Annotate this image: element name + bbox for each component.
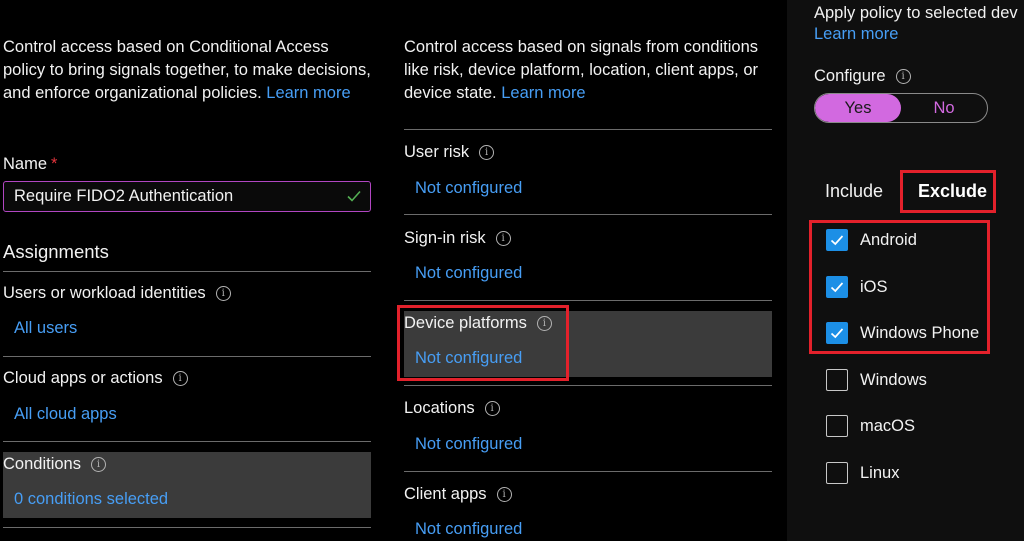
- platform-label: iOS: [860, 277, 888, 296]
- locations-label: Locations i: [404, 399, 500, 418]
- client-apps-value-link[interactable]: Not configured: [415, 520, 522, 539]
- platform-option[interactable]: Android: [826, 229, 917, 251]
- platforms-learn-more-link[interactable]: Learn more: [814, 23, 898, 46]
- checkbox-check-icon: [830, 235, 844, 246]
- locations-value-link[interactable]: Not configured: [415, 435, 522, 454]
- platform-checkbox[interactable]: [826, 229, 848, 251]
- info-icon[interactable]: i: [536, 316, 552, 331]
- divider: [404, 471, 772, 472]
- divider: [404, 129, 772, 130]
- configure-label: Configure i: [814, 67, 911, 86]
- policy-learn-more-link[interactable]: Learn more: [266, 84, 350, 102]
- users-label-text: Users or workload identities: [3, 284, 206, 302]
- platform-option[interactable]: Windows Phone: [826, 322, 979, 344]
- divider: [404, 214, 772, 215]
- client-apps-label: Client apps i: [404, 485, 512, 504]
- divider: [3, 271, 371, 272]
- info-icon[interactable]: i: [484, 401, 500, 416]
- name-label-text: Name: [3, 155, 48, 173]
- signin-risk-label: Sign-in risk i: [404, 229, 511, 248]
- divider: [404, 300, 772, 301]
- cloud-apps-value-link[interactable]: All cloud apps: [14, 405, 117, 424]
- toggle-no-option[interactable]: No: [901, 94, 987, 122]
- assignments-heading: Assignments: [3, 241, 109, 262]
- locations-label-text: Locations: [404, 399, 475, 417]
- platform-checkbox[interactable]: [826, 415, 848, 437]
- user-risk-label: User risk i: [404, 143, 495, 162]
- conditions-value-link[interactable]: 0 conditions selected: [14, 490, 168, 509]
- divider: [3, 527, 371, 528]
- users-label: Users or workload identities i: [3, 284, 231, 303]
- info-icon[interactable]: i: [90, 457, 106, 472]
- platform-checkbox[interactable]: [826, 369, 848, 391]
- divider: [3, 356, 371, 357]
- policy-name-value: Require FIDO2 Authentication: [14, 187, 234, 205]
- configure-toggle[interactable]: Yes No: [814, 93, 988, 123]
- name-label: Name *: [3, 155, 57, 174]
- device-platforms-value-link[interactable]: Not configured: [415, 349, 522, 368]
- platform-label: Windows: [860, 370, 927, 389]
- tab-exclude[interactable]: Exclude: [918, 181, 987, 202]
- divider: [3, 441, 371, 442]
- platform-option[interactable]: Linux: [826, 462, 899, 484]
- conditions-label: Conditions i: [3, 455, 106, 474]
- platform-label: macOS: [860, 416, 916, 435]
- policy-description: Control access based on Conditional Acce…: [3, 36, 373, 105]
- required-asterisk: *: [51, 155, 58, 173]
- platform-option[interactable]: iOS: [826, 276, 888, 298]
- platform-checkbox[interactable]: [826, 322, 848, 344]
- device-platforms-label: Device platforms i: [404, 314, 552, 333]
- client-apps-label-text: Client apps: [404, 485, 487, 503]
- conditional-access-policy-screen: Control access based on Conditional Acce…: [0, 0, 1024, 541]
- platform-option[interactable]: Windows: [826, 369, 927, 391]
- platform-checkbox[interactable]: [826, 276, 848, 298]
- check-icon: [347, 190, 361, 202]
- platform-label: Android: [860, 230, 917, 249]
- user-risk-value-link[interactable]: Not configured: [415, 179, 522, 198]
- configure-label-text: Configure: [814, 67, 886, 85]
- info-icon[interactable]: i: [495, 231, 511, 246]
- conditions-learn-more-link[interactable]: Learn more: [501, 84, 585, 102]
- user-risk-label-text: User risk: [404, 143, 470, 161]
- platform-label: Linux: [860, 463, 900, 482]
- signin-risk-value-link[interactable]: Not configured: [415, 264, 522, 283]
- apply-policy-text: Apply policy to selected dev: [814, 4, 1018, 22]
- cloud-apps-label-text: Cloud apps or actions: [3, 369, 163, 387]
- info-icon[interactable]: i: [172, 371, 188, 386]
- platform-checkbox[interactable]: [826, 462, 848, 484]
- device-platforms-label-text: Device platforms: [404, 314, 527, 332]
- conditions-description: Control access based on signals from con…: [404, 36, 776, 105]
- divider: [404, 385, 772, 386]
- policy-name-input[interactable]: Require FIDO2 Authentication: [3, 181, 371, 212]
- info-icon[interactable]: i: [496, 487, 512, 502]
- tab-include[interactable]: Include: [825, 181, 883, 202]
- users-value-link[interactable]: All users: [14, 319, 77, 338]
- cloud-apps-label: Cloud apps or actions i: [3, 369, 188, 388]
- signin-risk-label-text: Sign-in risk: [404, 229, 486, 247]
- checkbox-check-icon: [830, 328, 844, 339]
- conditions-panel: Control access based on signals from con…: [385, 0, 787, 541]
- info-icon[interactable]: i: [479, 145, 495, 160]
- platform-option[interactable]: macOS: [826, 415, 915, 437]
- info-icon[interactable]: i: [895, 69, 911, 84]
- conditions-label-text: Conditions: [3, 455, 81, 473]
- info-icon[interactable]: i: [215, 286, 231, 301]
- policy-details-panel: Control access based on Conditional Acce…: [0, 0, 385, 541]
- toggle-yes-option[interactable]: Yes: [815, 94, 901, 122]
- platform-label: Windows Phone: [860, 323, 980, 342]
- checkbox-check-icon: [830, 282, 844, 293]
